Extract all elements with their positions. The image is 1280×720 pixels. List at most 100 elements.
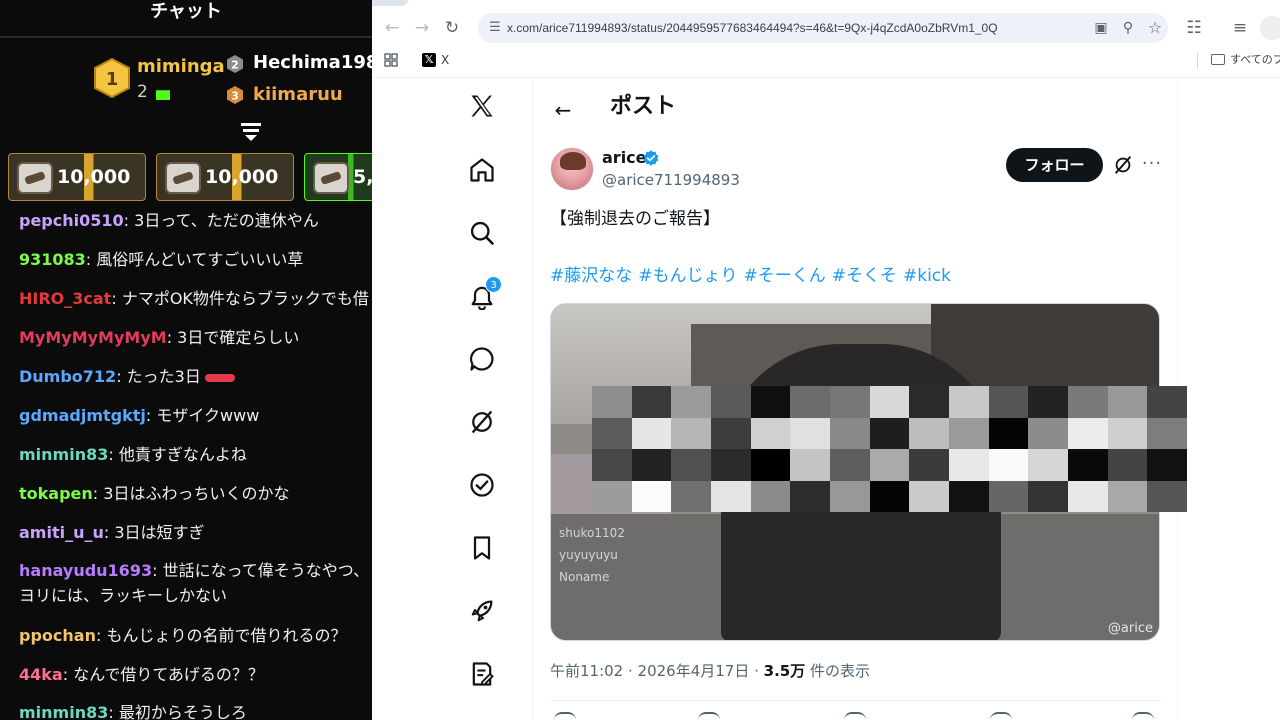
folder-icon[interactable] — [1211, 54, 1225, 65]
mosaic-tile — [711, 417, 751, 449]
censor-mosaic-grid — [592, 386, 1187, 512]
chat-message: 44ka: なんで借りてあげるの？？ — [19, 665, 264, 684]
gift-icon — [156, 90, 170, 100]
mosaic-tile — [1107, 449, 1148, 481]
back-arrow-icon[interactable]: ← — [547, 94, 579, 126]
hashtag-link[interactable]: #kick — [903, 266, 951, 286]
bookmark-star-icon[interactable]: ☆ — [1144, 17, 1166, 39]
mosaic-tile — [909, 480, 949, 512]
author-name[interactable]: arice — [602, 148, 647, 168]
more-options-icon[interactable]: ··· — [1140, 152, 1164, 176]
svg-text:3: 3 — [231, 90, 239, 103]
mosaic-tile — [830, 480, 870, 512]
hashtag-link[interactable]: #藤沢なな — [550, 266, 632, 286]
install-app-icon[interactable]: ▣ — [1090, 17, 1112, 39]
leaderboard-third-name[interactable]: kiimaruu — [253, 84, 343, 105]
compose-note-icon[interactable] — [468, 660, 500, 692]
mosaic-tile — [830, 386, 870, 418]
mosaic-tile — [988, 449, 1029, 481]
chat-username[interactable]: MyMyMyMyMyM — [19, 328, 167, 347]
mosaic-tile — [1147, 480, 1187, 512]
media-controls-icon[interactable]: ≡ — [1228, 16, 1252, 40]
site-info-icon[interactable]: ☰ — [486, 19, 504, 37]
mosaic-tile — [790, 417, 830, 449]
grok-icon[interactable] — [468, 408, 500, 440]
chat-message: gdmadjmtgktj: モザイクwww — [19, 406, 260, 425]
url-text[interactable]: x.com/arice711994893/status/204495957768… — [507, 19, 998, 37]
rocket-icon[interactable] — [468, 597, 500, 629]
zoom-icon[interactable]: ⚲ — [1117, 17, 1139, 39]
bookmark-icon[interactable] — [990, 712, 1012, 720]
author-handle[interactable]: @arice711994893 — [602, 170, 740, 190]
mosaic-tile — [949, 449, 989, 481]
like-icon[interactable] — [844, 712, 866, 720]
gift-card[interactable]: 10,000 — [156, 153, 294, 201]
chat-username[interactable]: hanayudu1693 — [19, 561, 152, 580]
all-bookmarks-label[interactable]: すべてのブッ — [1230, 53, 1280, 67]
video-watermark: @arice — [1107, 621, 1153, 636]
back-arrow-icon[interactable]: ← — [380, 16, 404, 40]
view-count-suffix: 件の表示 — [810, 662, 871, 680]
post-time[interactable]: 午前11:02 — [550, 662, 623, 680]
home-icon[interactable] — [468, 156, 500, 188]
verified-orgs-icon[interactable] — [468, 471, 500, 503]
mosaic-tile — [750, 417, 791, 449]
chat-username[interactable]: 931083 — [19, 250, 86, 269]
chat-text: モザイクwww — [156, 406, 260, 425]
mosaic-tile — [671, 449, 711, 481]
bookmark-x-label[interactable]: X — [441, 53, 449, 67]
apps-grid-icon[interactable] — [384, 53, 398, 67]
gift-value: 10,000 — [205, 166, 279, 188]
chat-username[interactable]: minmin83 — [19, 445, 108, 464]
video-chat-overlay: shuko1102 yuyuyuyu Noname — [559, 522, 625, 588]
x-logo-icon[interactable] — [468, 92, 500, 124]
mosaic-tile — [1147, 386, 1187, 418]
mosaic-tile — [631, 417, 672, 449]
chat-username[interactable]: amiti_u_u — [19, 523, 104, 542]
chat-username[interactable]: HIRO_3cat — [19, 289, 111, 308]
chat-message: Dumbo712: たった3日 — [19, 367, 372, 387]
chat-message: ppochan: もんじょりの名前で借りれるの？ — [19, 626, 347, 645]
chat-username[interactable]: minmin83 — [19, 703, 108, 720]
mosaic-tile — [869, 480, 910, 512]
leaderboard-second-name[interactable]: Hechima1989 — [253, 52, 372, 73]
messages-icon[interactable] — [468, 345, 500, 377]
share-icon[interactable] — [1132, 712, 1154, 720]
follow-button[interactable]: フォロー — [1006, 148, 1103, 182]
chat-username[interactable]: 44ka — [19, 665, 63, 684]
chat-username[interactable]: Dumbo712 — [19, 367, 116, 386]
gift-value: 10,000 — [57, 166, 131, 188]
grok-icon[interactable] — [1112, 154, 1134, 176]
extensions-icon[interactable]: ☷ — [1182, 16, 1206, 40]
forward-arrow-icon[interactable]: → — [410, 16, 434, 40]
x-favicon-icon[interactable]: 𝕏 — [422, 53, 436, 67]
gift-card[interactable]: 10,000 — [8, 153, 146, 201]
chat-username[interactable]: tokapen — [19, 484, 93, 503]
post-date[interactable]: 2026年4月17日 — [638, 662, 750, 680]
gift-card[interactable]: 5,0 — [304, 153, 372, 201]
search-icon[interactable] — [468, 219, 500, 251]
mosaic-tile — [592, 480, 632, 512]
profile-avatar-icon[interactable] — [1260, 16, 1280, 40]
notifications-bell-icon[interactable]: 3 — [468, 276, 502, 314]
chat-message: pepchi0510: 3日って、ただの連休やん — [19, 211, 319, 230]
tab-strip-edge — [372, 0, 408, 6]
hashtag-link[interactable]: #そーくん — [744, 266, 826, 286]
browser-toolbar: ← → ↻ ☰ x.com/arice711994893/status/2044… — [372, 8, 1280, 48]
chat-username[interactable]: ppochan — [19, 626, 96, 645]
bookmarks-icon[interactable] — [468, 534, 500, 566]
hashtag-link[interactable]: #もんじょり — [638, 266, 737, 286]
reply-icon[interactable] — [554, 712, 576, 720]
post-action-bar — [550, 712, 1162, 720]
hashtag-link[interactable]: #そくそ — [832, 266, 897, 286]
leaderboard-first-name[interactable]: miminga — [137, 56, 225, 77]
chat-username[interactable]: pepchi0510 — [19, 211, 124, 230]
author-avatar[interactable] — [550, 147, 594, 191]
mosaic-tile — [869, 449, 910, 481]
reload-icon[interactable]: ↻ — [440, 16, 464, 40]
repost-icon[interactable] — [698, 712, 720, 720]
chat-message: tokapen: 3日はふわっちいくのかな — [19, 484, 290, 503]
chat-username[interactable]: gdmadjmtgktj — [19, 406, 146, 425]
collapse-leaderboard-icon[interactable] — [239, 121, 263, 143]
address-bar[interactable]: ☰ x.com/arice711994893/status/2044959577… — [478, 13, 1168, 43]
